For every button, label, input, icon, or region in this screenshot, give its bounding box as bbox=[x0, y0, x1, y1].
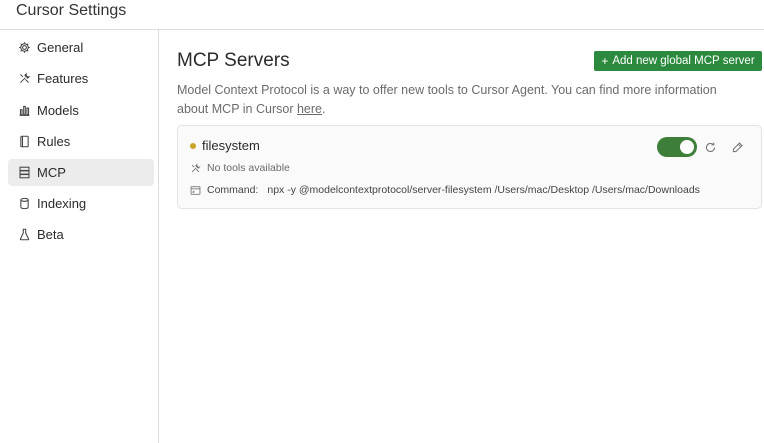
sidebar-item-general[interactable]: General bbox=[8, 34, 154, 61]
sidebar-item-label: MCP bbox=[37, 165, 66, 180]
sidebar-item-label: Models bbox=[37, 103, 79, 118]
mcp-description: Model Context Protocol is a way to offer… bbox=[177, 81, 747, 119]
description-text: Model Context Protocol is a way to offer… bbox=[177, 83, 717, 116]
sidebar-item-beta[interactable]: Beta bbox=[8, 221, 154, 248]
command-value: npx -y @modelcontextprotocol/server-file… bbox=[267, 184, 700, 196]
mcp-server-card: filesystem No tools available Command: n… bbox=[177, 125, 762, 209]
description-end: . bbox=[322, 102, 326, 116]
window-titlebar: Cursor Settings bbox=[0, 0, 764, 30]
sidebar-item-label: Features bbox=[37, 71, 89, 86]
sidebar-item-models[interactable]: Models bbox=[8, 97, 154, 124]
pencil-icon bbox=[731, 141, 744, 154]
database-icon bbox=[17, 197, 31, 211]
book-icon bbox=[17, 135, 31, 149]
window-title: Cursor Settings bbox=[16, 2, 127, 19]
status-indicator-dot bbox=[190, 143, 196, 149]
settings-sidebar: General Features Models Rules MCP Indexi… bbox=[0, 30, 159, 443]
flask-icon bbox=[17, 228, 31, 242]
refresh-button[interactable] bbox=[702, 139, 718, 155]
tools-status-text: No tools available bbox=[207, 162, 290, 174]
sidebar-item-label: General bbox=[37, 40, 84, 55]
sidebar-item-rules[interactable]: Rules bbox=[8, 128, 154, 155]
sidebar-item-features[interactable]: Features bbox=[8, 65, 154, 92]
add-global-mcp-server-button[interactable]: + Add new global MCP server bbox=[594, 51, 762, 71]
refresh-icon bbox=[704, 141, 717, 154]
server-icon bbox=[17, 166, 31, 180]
tools-icon bbox=[17, 72, 31, 86]
terminal-icon bbox=[190, 185, 207, 196]
main-content: MCP Servers + Add new global MCP server … bbox=[159, 30, 764, 443]
edit-server-button[interactable] bbox=[729, 139, 745, 155]
server-enabled-toggle[interactable] bbox=[657, 137, 697, 157]
sidebar-item-indexing[interactable]: Indexing bbox=[8, 190, 154, 217]
page-title: MCP Servers bbox=[177, 50, 290, 71]
tools-status: No tools available bbox=[190, 162, 290, 174]
sidebar-item-label: Beta bbox=[37, 227, 64, 242]
sidebar-item-label: Rules bbox=[37, 134, 71, 149]
command-row: Command: npx -y @modelcontextprotocol/se… bbox=[190, 184, 700, 196]
add-button-label: Add new global MCP server bbox=[612, 55, 755, 67]
server-name: filesystem bbox=[202, 138, 260, 153]
learn-more-link[interactable]: here bbox=[297, 102, 322, 116]
command-label: Command: bbox=[207, 184, 259, 196]
sidebar-item-mcp[interactable]: MCP bbox=[8, 159, 154, 186]
tools-icon bbox=[190, 162, 207, 174]
plus-icon: + bbox=[601, 54, 609, 68]
gear-icon bbox=[17, 41, 31, 55]
bar-chart-icon bbox=[17, 104, 31, 118]
sidebar-item-label: Indexing bbox=[37, 196, 87, 211]
toggle-knob bbox=[680, 140, 694, 154]
